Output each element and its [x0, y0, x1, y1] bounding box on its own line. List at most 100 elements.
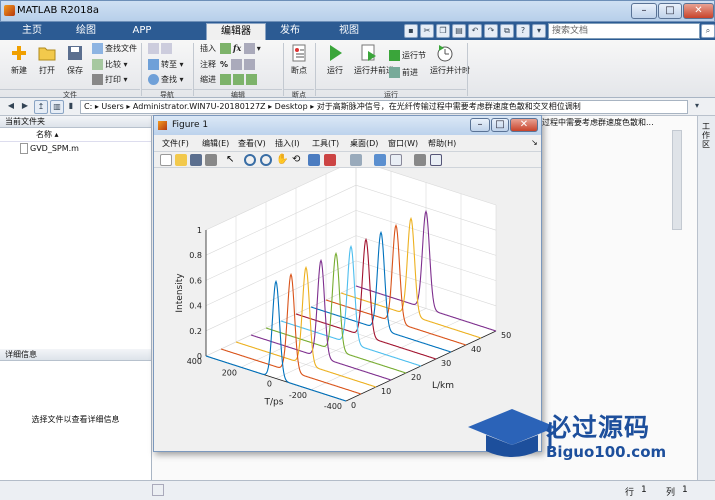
search-icon[interactable]: ⌕ [701, 24, 715, 38]
y-tick-label: 50 [501, 331, 511, 340]
path-dropdown-icon[interactable]: ▾ [690, 100, 704, 114]
save-quick-icon[interactable]: ▪ [404, 24, 418, 38]
pan-icon[interactable]: ✋ [276, 154, 288, 166]
save-button[interactable]: 保存 [62, 44, 88, 76]
path-segment[interactable]: 对于高斯脉冲信号，在光纤传输过程中需要考虑群速度色散和交叉相位调制 [317, 102, 581, 111]
rotate-3d-icon[interactable]: ⟲ [292, 154, 304, 166]
tab-apps[interactable]: APP [118, 23, 166, 40]
menu-insert[interactable]: 插入(I) [275, 138, 300, 149]
hide-tools-icon[interactable] [414, 154, 426, 166]
zoom-out-icon[interactable] [260, 154, 272, 166]
tab-plots[interactable]: 绘图 [62, 23, 110, 40]
link-plot-icon[interactable] [350, 154, 362, 166]
menu-help[interactable]: 帮助(H) [428, 138, 456, 149]
compare-button[interactable]: 比较 ▾ [92, 59, 128, 70]
save-icon [68, 46, 82, 60]
search-input[interactable]: 搜索文档 [548, 23, 700, 39]
run-advance-button[interactable]: 运行并前进 [354, 44, 394, 76]
find-button[interactable]: 查找 ▾ [148, 74, 184, 85]
ribbon: 新建 打开 保存 查找文件 比较 ▾ 打印 ▾ 文件 转至 ▾ 查找 ▾ 导航 … [0, 40, 715, 99]
colorbar-icon[interactable] [374, 154, 386, 166]
data-cursor-icon[interactable] [308, 154, 320, 166]
close-button[interactable]: ✕ [683, 3, 714, 19]
run-section-icon [389, 50, 400, 61]
menu-file[interactable]: 文件(F) [162, 138, 189, 149]
run-time-icon [437, 45, 453, 62]
back-forward-nav[interactable] [148, 43, 174, 54]
comment-tools[interactable]: % [220, 59, 257, 70]
switch-windows-icon[interactable]: ⧉ [500, 24, 514, 38]
name-column-header[interactable]: 名称 ▴ [0, 128, 151, 142]
figure-close-button[interactable]: ✕ [510, 118, 538, 132]
indent-tools[interactable] [220, 74, 259, 85]
dropdown-icon[interactable]: ▾ [532, 24, 546, 38]
open-file-icon[interactable] [175, 154, 187, 166]
run-section-button[interactable]: 运行节 [389, 50, 426, 61]
tab-view[interactable]: 视图 [325, 23, 373, 40]
compare-label: 比较 [105, 60, 121, 69]
save-figure-icon[interactable] [190, 154, 202, 166]
tab-editor[interactable]: 编辑器 [206, 23, 266, 40]
folder-up-icon[interactable]: ↥ [34, 100, 48, 114]
path-segment[interactable]: C: [84, 102, 92, 111]
path-segment[interactable]: Administrator.WIN7U-20180127Z [133, 102, 266, 111]
insert-tools[interactable]: fx ▾ [220, 43, 261, 54]
editor-tab-label[interactable]: 过程中需要考虑群速度色散和... [542, 117, 654, 128]
open-button[interactable]: 打开 [34, 44, 60, 76]
figure-window[interactable]: Figure 1 – □ ✕ 文件(F) 编辑(E) 查看(V) 插入(I) 工… [153, 115, 542, 452]
insert-label: 插入 [200, 44, 216, 53]
comment-button[interactable]: 注释 [200, 59, 216, 70]
pointer-icon[interactable]: ↖ [226, 154, 238, 166]
navigate-group-label: 导航 [142, 89, 192, 99]
new-figure-icon[interactable] [160, 154, 172, 166]
menu-dock-icon[interactable]: ↘ [531, 138, 538, 147]
matlab-logo-icon [4, 5, 15, 16]
forward-arrow-icon[interactable]: ▶ [18, 100, 32, 114]
new-button[interactable]: 新建 [6, 44, 32, 76]
watermark: 必过源码 Biguo100.com [462, 405, 715, 475]
undo-icon[interactable]: ↶ [468, 24, 482, 38]
list-item[interactable]: GVD_SPM.m [0, 142, 151, 156]
copy-icon[interactable]: ❐ [436, 24, 450, 38]
back-arrow-icon[interactable]: ◀ [4, 100, 18, 114]
insert-button[interactable]: 插入 [200, 43, 216, 54]
zoom-in-icon[interactable] [244, 154, 256, 166]
print-figure-icon[interactable] [205, 154, 217, 166]
window-title: MATLAB R2018a [17, 5, 100, 16]
legend-icon[interactable] [390, 154, 402, 166]
path-segment[interactable]: Users [101, 102, 123, 111]
print-button[interactable]: 打印 ▾ [92, 74, 128, 85]
editor-scrollbar[interactable] [672, 130, 682, 230]
menu-window[interactable]: 窗口(W) [388, 138, 418, 149]
tab-home[interactable]: 主页 [8, 23, 56, 40]
menu-tools[interactable]: 工具(T) [312, 138, 339, 149]
advance-button[interactable]: 前进 [389, 67, 418, 78]
tab-publish[interactable]: 发布 [266, 23, 314, 40]
path-segment[interactable]: Desktop [275, 102, 308, 111]
separator [467, 43, 468, 96]
current-folder-path[interactable]: C: ▸ Users ▸ Administrator.WIN7U-2018012… [80, 100, 688, 114]
indent-button[interactable]: 缩进 [200, 74, 216, 85]
redo-icon[interactable]: ↷ [484, 24, 498, 38]
cut-icon[interactable]: ✂ [420, 24, 434, 38]
find-files-button[interactable]: 查找文件 [92, 43, 137, 54]
menu-edit[interactable]: 编辑(E) [202, 138, 229, 149]
breakpoints-button[interactable]: 断点 [287, 44, 311, 76]
maximize-button[interactable]: □ [658, 3, 682, 19]
minimize-button[interactable]: – [631, 3, 657, 19]
run-button[interactable]: 运行 [322, 44, 348, 76]
help-icon[interactable]: ? [516, 24, 530, 38]
find-icon [148, 74, 159, 85]
paste-icon[interactable]: ▤ [452, 24, 466, 38]
figure-maximize-button[interactable]: □ [491, 118, 509, 132]
run-time-button[interactable]: 运行并计时 [430, 44, 470, 76]
figure-title-bar[interactable]: Figure 1 – □ ✕ [154, 116, 541, 135]
show-tools-icon[interactable] [430, 154, 442, 166]
figure-minimize-button[interactable]: – [470, 118, 490, 132]
brush-icon[interactable] [324, 154, 336, 166]
menu-desktop[interactable]: 桌面(D) [350, 138, 378, 149]
menu-view[interactable]: 查看(V) [238, 138, 266, 149]
browse-folder-icon[interactable]: ▥ [50, 100, 64, 114]
file-group-label: 文件 [0, 89, 140, 99]
goto-button[interactable]: 转至 ▾ [148, 59, 184, 70]
